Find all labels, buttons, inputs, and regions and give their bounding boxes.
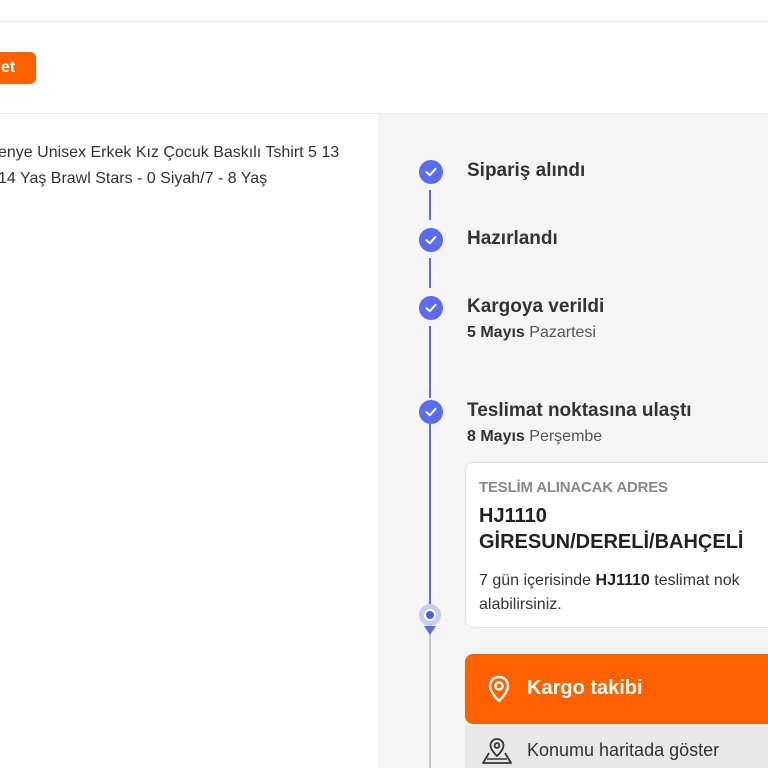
step-title: Teslimat noktasına ulaştı [467, 400, 692, 421]
address-note-prefix: 7 gün içerisinde [479, 572, 592, 589]
cargo-tracking-label: Kargo takibi [527, 677, 643, 699]
product-pane: enye Unisex Erkek Kız Çocuk Baskılı Tshi… [0, 114, 378, 768]
show-on-map-button[interactable]: Konumu haritada göster [465, 726, 768, 768]
timeline-segment-pending [429, 634, 431, 768]
address-code: HJ1110 [479, 505, 547, 527]
timeline-segment [429, 326, 431, 398]
product-title[interactable]: enye Unisex Erkek Kız Çocuk Baskılı Tshi… [0, 140, 358, 192]
timeline-segment [429, 190, 431, 220]
address-note-code: HJ1110 [595, 572, 650, 589]
address-note-suffix: teslimat nok [654, 572, 740, 589]
check-icon [419, 160, 443, 184]
action-button[interactable]: et [0, 52, 36, 84]
check-icon [419, 296, 443, 320]
address-location: GİRESUN/DERELİ/BAHÇELİ [479, 531, 744, 553]
address-note-line2: alabilirsiniz. [479, 596, 562, 613]
step-date-weekday: Perşembe [529, 428, 603, 445]
step-title: Hazırlandı [467, 228, 558, 249]
check-icon [419, 400, 443, 424]
step-date: 5 Mayıs Pazartesi [467, 324, 596, 342]
step-date-weekday: Pazartesi [529, 324, 596, 341]
location-pin-icon [488, 675, 510, 703]
address-note: 7 gün içerisinde HJ1110 teslimat nok ala… [479, 569, 768, 617]
current-position-marker [419, 604, 441, 626]
order-header: et [0, 22, 768, 114]
tracking-pane: Sipariş alındı Hazırlandı Kargoya verild… [378, 114, 768, 768]
step-date-day: 8 Mayıs [467, 428, 525, 445]
show-on-map-label: Konumu haritada göster [527, 740, 720, 760]
cargo-tracking-button[interactable]: Kargo takibi [465, 654, 768, 724]
delivery-address-card: TESLİM ALINACAK ADRES HJ1110 GİRESUN/DER… [465, 462, 768, 628]
step-date: 8 Mayıs Perşembe [467, 428, 602, 446]
step-date-day: 5 Mayıs [467, 324, 525, 341]
step-title: Kargoya verildi [467, 296, 605, 317]
top-bar [0, 0, 768, 22]
timeline-segment [429, 258, 431, 288]
timeline-segment [429, 424, 431, 610]
step-title: Sipariş alındı [467, 160, 586, 181]
map-pin-icon [482, 738, 512, 764]
check-icon [419, 228, 443, 252]
address-label: TESLİM ALINACAK ADRES [479, 479, 668, 496]
current-position-pointer [424, 626, 436, 635]
